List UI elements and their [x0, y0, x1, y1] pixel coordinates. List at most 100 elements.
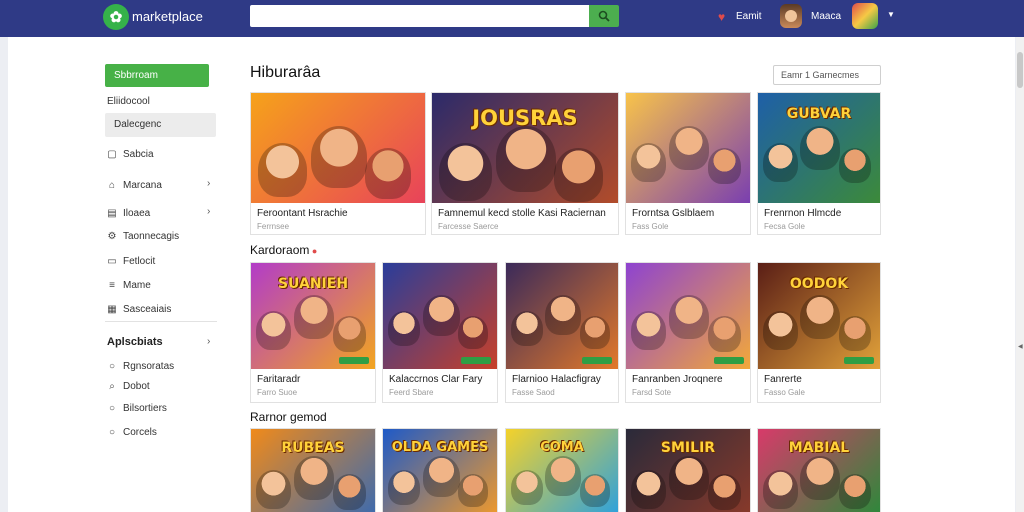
game-thumbnail[interactable]: JOUSRAS: [432, 93, 618, 203]
character-art: [333, 474, 366, 510]
character-art: [800, 295, 840, 339]
sidebar-section-item-2[interactable]: ○ Bilsortiers: [107, 400, 167, 416]
search-icon: ⌕: [109, 380, 115, 392]
game-meta: Fecsa Gole: [764, 222, 805, 231]
game-title[interactable]: Frenrnon Hlmcde: [764, 208, 878, 219]
sidebar-item-label: Sabcia: [123, 148, 154, 160]
game-thumbnail[interactable]: MABIAL: [758, 429, 880, 512]
game-title[interactable]: Fanranben Jroqnere: [632, 374, 748, 385]
character-art: [631, 311, 666, 350]
game-thumbnail[interactable]: [626, 93, 750, 203]
character-art: [311, 126, 367, 188]
game-meta: Farsd Sote: [632, 388, 672, 397]
scrollbar-thumb[interactable]: [1017, 52, 1023, 88]
search-button[interactable]: [589, 5, 619, 27]
game-card[interactable]: SMILIR: [625, 428, 751, 512]
game-meta: Fasso Gale: [764, 388, 805, 397]
sidebar-item-3[interactable]: ⚙ Taonnecagis: [107, 228, 180, 244]
game-title[interactable]: Feroontant Hsrachie: [257, 208, 423, 219]
sidebar-section-title[interactable]: Aplscbiats: [107, 336, 163, 348]
sidebar-item-label: Dobot: [123, 380, 150, 392]
scroll-arrow-icon[interactable]: ◀: [1018, 343, 1023, 350]
sidebar-item-0[interactable]: ▢ Sabcia: [107, 146, 154, 162]
marketplace-logo-icon[interactable]: ✿: [103, 4, 129, 30]
game-thumbnail[interactable]: [626, 263, 750, 369]
game-thumbnail[interactable]: [383, 263, 497, 369]
sidebar-primary-button[interactable]: Sbbrroam: [105, 64, 209, 87]
notifications-link[interactable]: Eamit: [736, 11, 762, 22]
sidebar-item-active[interactable]: Dalecgenc: [105, 113, 216, 137]
user-avatar[interactable]: [780, 4, 802, 28]
notification-icon[interactable]: ♥: [718, 10, 725, 24]
game-title[interactable]: Fanrerte: [764, 374, 878, 385]
sidebar-item-label: Corcels: [123, 426, 157, 438]
chevron-right-icon[interactable]: ›: [207, 206, 210, 217]
game-card[interactable]: JOUSRAS Famnemul kecd stolle Kasi Raciern…: [431, 92, 619, 235]
scrollbar-track[interactable]: [1016, 37, 1024, 512]
sidebar-section-item-3[interactable]: ○ Corcels: [107, 424, 157, 440]
profile-avatar[interactable]: [852, 3, 878, 29]
character-art: [580, 316, 610, 349]
game-title[interactable]: Kalaccrnos Clar Fary: [389, 374, 495, 385]
character-art: [631, 143, 666, 182]
game-card[interactable]: MABIAL: [757, 428, 881, 512]
game-thumbnail[interactable]: SUANIEH: [251, 263, 375, 369]
character-art: [763, 311, 798, 350]
chevron-right-icon[interactable]: ›: [207, 178, 210, 189]
character-art: [294, 295, 334, 339]
game-card[interactable]: Flarnioo Halacfigray Fasse Saod: [505, 262, 619, 403]
section-title-featured: Hiburarâa: [250, 64, 321, 81]
game-card[interactable]: Frorntsa Gslblaem Fass Gole: [625, 92, 751, 235]
sidebar-item-6[interactable]: ▦ Sasceaiais: [107, 301, 171, 317]
sidebar-item-2[interactable]: ▤ Iloaea: [107, 205, 150, 221]
sidebar-divider: [105, 321, 217, 322]
game-title[interactable]: Famnemul kecd stolle Kasi Raciernan: [438, 208, 616, 219]
game-meta: Ferrnsee: [257, 222, 290, 231]
game-card[interactable]: SUANIEH Faritaradr Farro Suoe: [250, 262, 376, 403]
sidebar-item-5[interactable]: ≡ Mame: [107, 277, 151, 293]
search-input[interactable]: [250, 5, 589, 27]
game-logo-text: OLDA GAMES: [391, 440, 489, 455]
character-art: [256, 470, 291, 509]
game-thumbnail[interactable]: OLDA GAMES: [383, 429, 497, 512]
character-art: [511, 311, 543, 346]
character-art: [545, 456, 581, 496]
character-art: [423, 456, 460, 497]
game-thumbnail[interactable]: [506, 263, 618, 369]
game-card[interactable]: Fanranben Jroqnere Farsd Sote: [625, 262, 751, 403]
game-thumbnail[interactable]: COMA: [506, 429, 618, 512]
game-title[interactable]: Frorntsa Gslblaem: [632, 208, 748, 219]
section-title-recommended: Kardoraom ●: [250, 243, 318, 257]
game-card[interactable]: OODOK Fanrerte Fasso Gale: [757, 262, 881, 403]
game-title[interactable]: Flarnioo Halacfigray: [512, 374, 616, 385]
game-title[interactable]: Faritaradr: [257, 374, 373, 385]
sidebar-item-4[interactable]: ▭ Fetlocit: [107, 253, 155, 269]
game-card[interactable]: RUBEAS: [250, 428, 376, 512]
sidebar-section-item-1[interactable]: ⌕ Dobot: [107, 378, 150, 394]
sidebar-item-1[interactable]: ⌂ Marcana: [107, 177, 162, 193]
sidebar-section-item-0[interactable]: ○ Rgnsoratas: [107, 358, 174, 374]
game-card[interactable]: OLDA GAMES: [382, 428, 498, 512]
game-card[interactable]: Kalaccrnos Clar Fary Feerd Sbare: [382, 262, 498, 403]
user-name[interactable]: Maaca: [811, 11, 841, 22]
game-thumbnail[interactable]: OODOK: [758, 263, 880, 369]
sort-dropdown[interactable]: Eamr 1 Garnecmes: [773, 65, 881, 85]
game-card[interactable]: COMA: [505, 428, 619, 512]
game-meta: Fasse Saod: [512, 388, 555, 397]
game-thumbnail[interactable]: SMILIR: [626, 429, 750, 512]
game-card[interactable]: GUBVAR Frenrnon Hlmcde Fecsa Gole: [757, 92, 881, 235]
game-card[interactable]: Feroontant Hsrachie Ferrnsee: [250, 92, 426, 235]
character-art: [511, 470, 543, 505]
character-art: [669, 456, 709, 500]
game-thumbnail[interactable]: [251, 93, 425, 203]
brand-name[interactable]: marketplace: [132, 9, 203, 24]
character-art: [423, 295, 460, 336]
game-thumbnail[interactable]: GUBVAR: [758, 93, 880, 203]
tag-icon: ⌂: [108, 179, 116, 191]
chevron-down-icon[interactable]: ▼: [887, 10, 895, 19]
game-thumbnail[interactable]: RUBEAS: [251, 429, 375, 512]
sidebar-item-label: Bilsortiers: [123, 402, 167, 414]
chevron-right-icon[interactable]: ›: [207, 336, 210, 347]
character-art: [839, 316, 871, 351]
game-meta: Farcesse Saerce: [438, 222, 499, 231]
